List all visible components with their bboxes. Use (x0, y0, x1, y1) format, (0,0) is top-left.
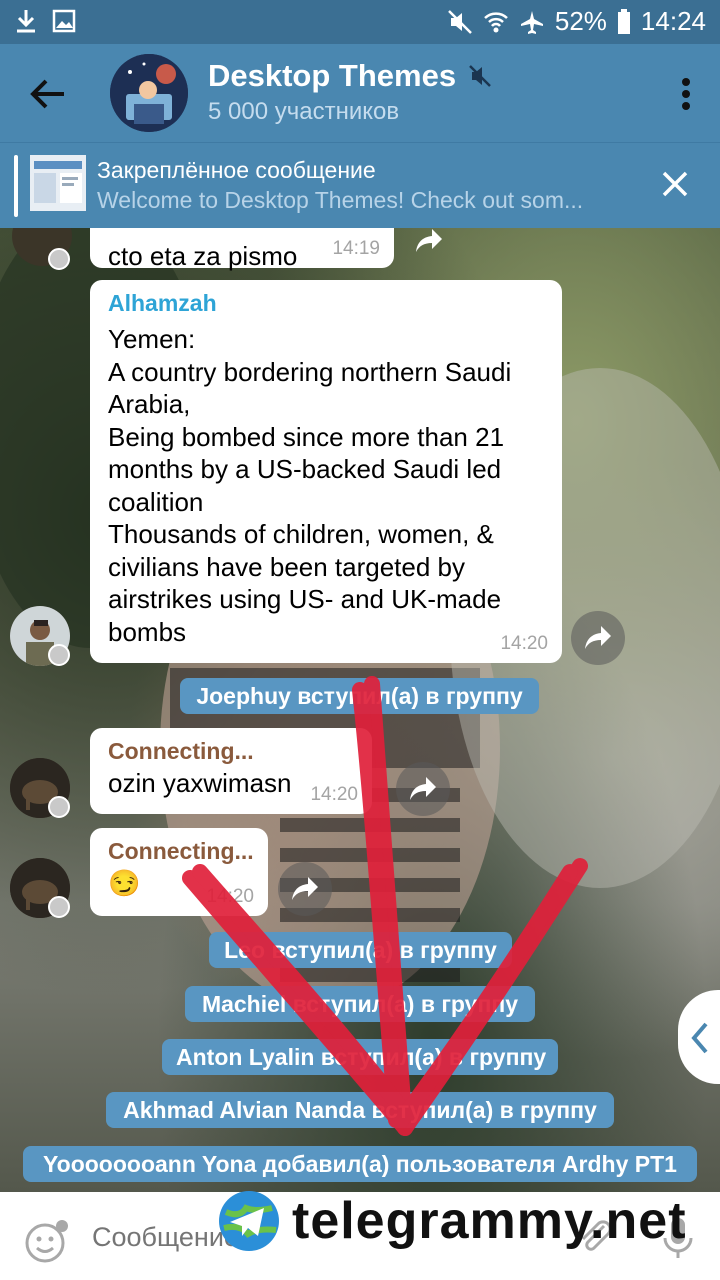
pinned-title: Закреплённое сообщение (97, 157, 376, 183)
message-bubble[interactable]: cto eta za pismo 14:19 (90, 228, 394, 271)
telegram-globe-icon (219, 1191, 279, 1251)
watermark-text: telegrammy.net (292, 1192, 687, 1250)
muted-icon (469, 65, 491, 87)
forward-button[interactable] (278, 862, 332, 916)
message-sender: Alhamzah (108, 290, 217, 316)
message-time: 14:20 (500, 633, 548, 654)
message-time: 14:20 (310, 784, 358, 805)
more-vertical-icon (682, 78, 690, 110)
wifi-icon (484, 11, 508, 32)
download-icon (17, 10, 35, 33)
watermark: telegrammy.net (216, 1188, 687, 1254)
emoji-button[interactable] (24, 1218, 70, 1269)
forward-button[interactable] (571, 611, 625, 665)
mute-icon (447, 9, 472, 34)
service-message: Anton Lyalin вступил(а) в группу (162, 1039, 558, 1075)
group-title[interactable]: Desktop Themes (208, 58, 492, 94)
chat-header: Desktop Themes 5 000 участников (0, 44, 720, 142)
online-dot (48, 796, 70, 818)
chat-area[interactable]: cto eta za pismo 14:19 Alhamzah Yemen: A… (0, 228, 720, 1192)
close-icon (662, 171, 688, 197)
message-text: Yemen: A country bordering northern Saud… (108, 324, 512, 647)
service-message: Yoooooooann Yona добавил(а) пользователя… (23, 1146, 697, 1182)
share-icon (585, 626, 611, 649)
service-message: Machiel вступил(а) в группу (185, 986, 535, 1022)
message-bubble[interactable]: Connecting... 😏 14:20 (90, 828, 268, 916)
message-sender: Connecting... (108, 738, 254, 764)
member-count: 5 000 участников (208, 98, 400, 125)
airplane-icon (520, 10, 543, 34)
forward-button[interactable] (396, 762, 450, 816)
arrow-left-icon (30, 79, 64, 109)
online-dot (48, 248, 70, 270)
pinned-accent-bar (14, 155, 18, 217)
service-message: Akhmad Alvian Nanda вступил(а) в группу (106, 1092, 614, 1128)
message-time: 14:20 (206, 886, 254, 907)
clock: 14:24 (640, 6, 706, 36)
share-icon (292, 877, 318, 900)
chevron-left-icon (691, 1022, 708, 1054)
message-bubble[interactable]: Connecting... ozin yaxwimasn 14:20 (90, 728, 372, 814)
battery-icon (617, 8, 630, 34)
image-icon (52, 9, 76, 33)
message-bubble[interactable]: Alhamzah Yemen: A country bordering nort… (90, 280, 562, 663)
share-icon (410, 777, 436, 800)
message-time: 14:19 (332, 238, 380, 259)
online-dot (48, 644, 70, 666)
pinned-text: Welcome to Desktop Themes! Check out som… (97, 187, 584, 213)
message-sender: Connecting... (108, 838, 254, 864)
pinned-thumbnail (30, 155, 86, 211)
service-message: Joephuy вступил(а) в группу (180, 678, 539, 714)
service-message: Leo вступил(а) в группу (209, 932, 512, 968)
online-dot (48, 896, 70, 918)
battery-percent: 52% (554, 6, 607, 36)
status-bar: 52% 14:24 (0, 0, 720, 44)
smile-icon (25, 1220, 68, 1263)
group-avatar[interactable] (110, 54, 188, 132)
share-icon (416, 229, 442, 252)
group-title-text: Desktop Themes (208, 58, 457, 93)
more-menu-button[interactable] (678, 74, 694, 114)
back-button[interactable] (24, 70, 72, 118)
close-pinned-button[interactable] (660, 169, 690, 199)
pinned-message[interactable]: Закреплённое сообщение Welcome to Deskto… (0, 142, 720, 228)
